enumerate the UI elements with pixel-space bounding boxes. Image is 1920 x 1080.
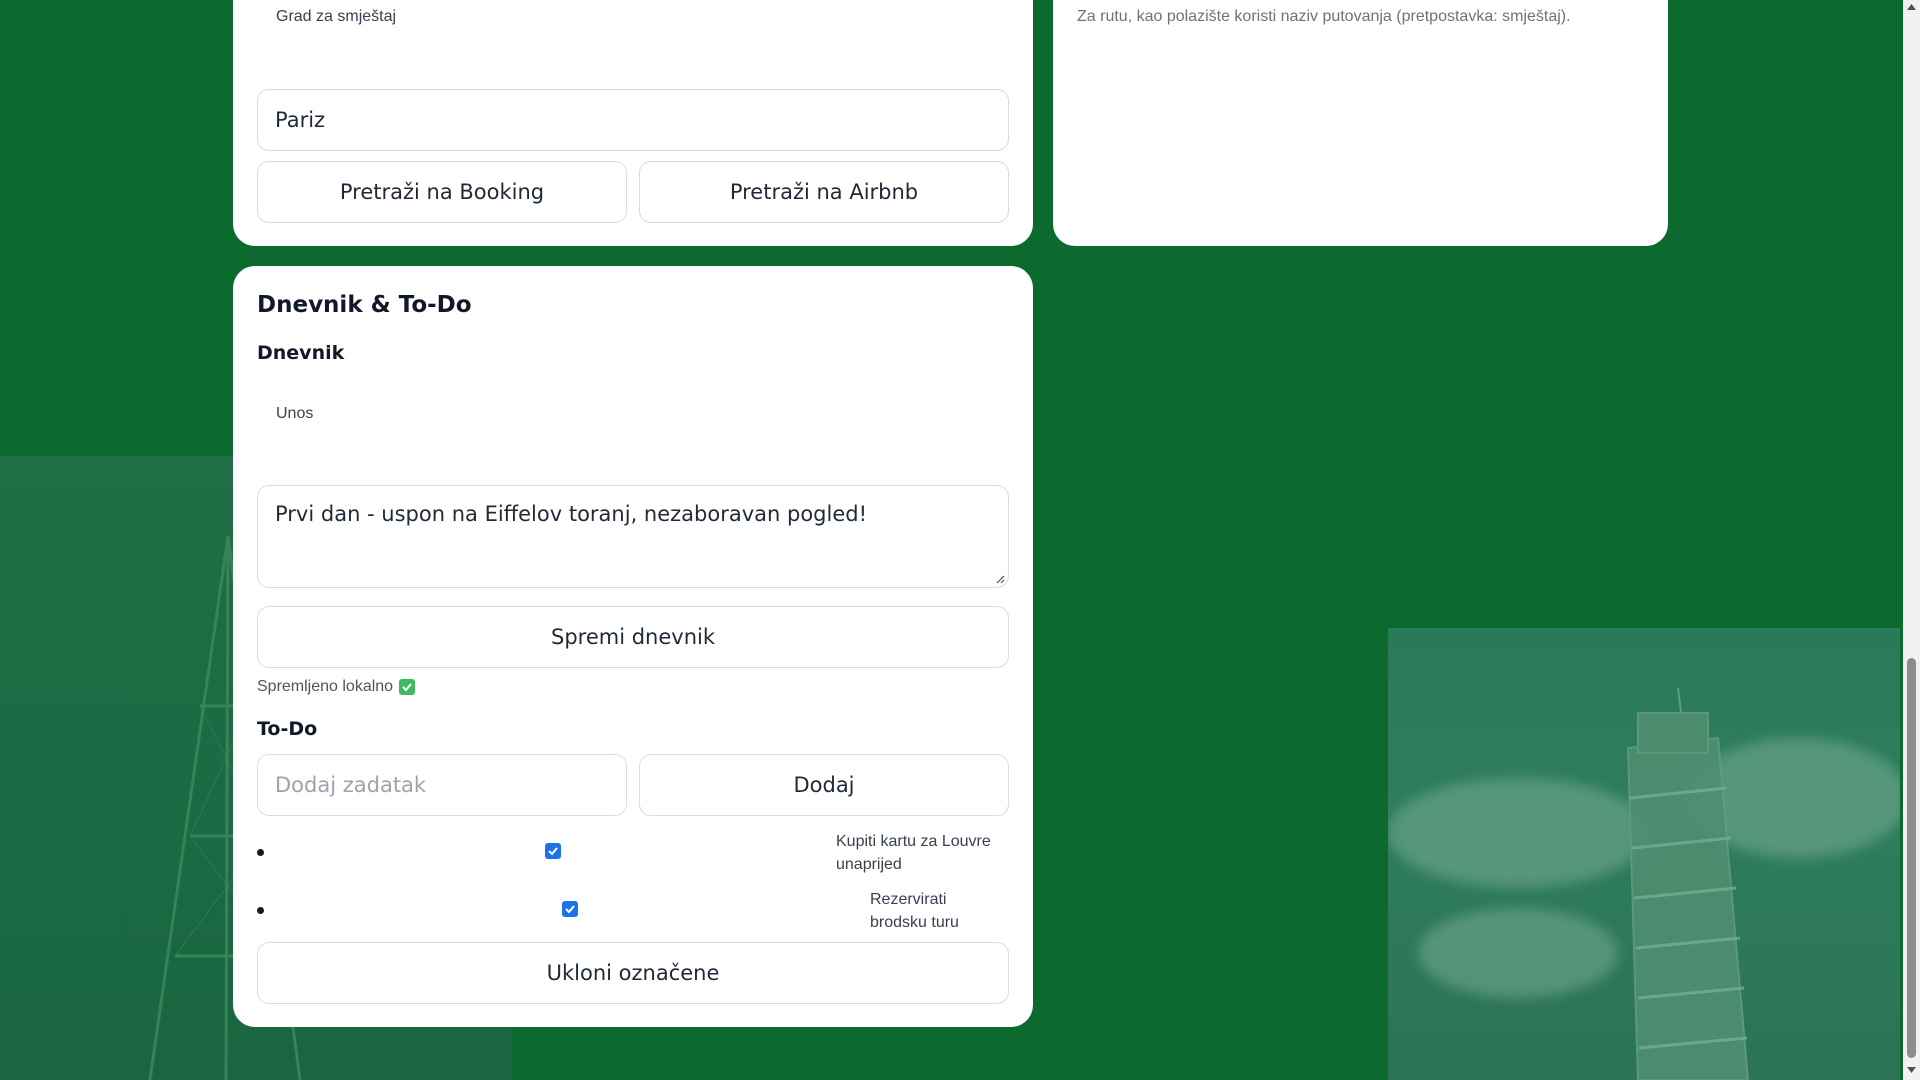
checkbox-checked-icon[interactable] (562, 901, 578, 917)
page: Grad za smještaj Pariz Pretraži na Booki… (0, 0, 1920, 1080)
vertical-scrollbar[interactable] (1903, 0, 1920, 1080)
saved-status: Spremljeno lokalno (257, 678, 416, 696)
todo-item-text-line: brodsku turu (870, 914, 959, 931)
checkbox-checked-icon[interactable] (545, 843, 561, 859)
city-label: Grad za smještaj (276, 8, 397, 25)
route-hint: Za rutu, kao polazište koristi naziv put… (1077, 8, 1571, 25)
diary-heading: Dnevnik (257, 342, 345, 364)
city-input[interactable]: Pariz (257, 89, 1009, 151)
search-booking-button[interactable]: Pretraži na Booking (257, 161, 627, 223)
todo-item-text-line: Rezervirati (870, 891, 947, 908)
diary-entry-textarea[interactable]: Prvi dan - uspon na Eiffelov toranj, nez… (257, 485, 1009, 588)
scroll-up-arrow-icon[interactable] (1906, 3, 1917, 11)
check-square-icon (399, 679, 416, 695)
todo-item-text-line: unaprijed (836, 856, 902, 873)
remove-checked-button[interactable]: Ukloni označene (257, 942, 1009, 1004)
todo-item-text: Kupiti kartu za Louvre unaprijed (836, 830, 991, 876)
todo-heading: To-Do (257, 718, 318, 740)
leaning-tower-background-image (1388, 628, 1900, 1080)
scrollbar-thumb[interactable] (1907, 658, 1916, 1058)
entry-label: Unos (276, 405, 314, 422)
saved-status-text: Spremljeno lokalno (257, 678, 394, 695)
resize-grip-icon[interactable] (995, 574, 1005, 584)
todo-input[interactable]: Dodaj zadatak (257, 754, 627, 816)
bullet-icon (257, 907, 264, 914)
add-todo-button[interactable]: Dodaj (639, 754, 1009, 816)
diary-todo-card: Dnevnik & To-Do Dnevnik Unos Prvi dan - … (233, 266, 1033, 1027)
scroll-down-arrow-icon[interactable] (1906, 1066, 1917, 1074)
todo-item-text-line: Kupiti kartu za Louvre (836, 833, 991, 850)
search-airbnb-button[interactable]: Pretraži na Airbnb (639, 161, 1009, 223)
bullet-icon (257, 849, 264, 856)
save-diary-button[interactable]: Spremi dnevnik (257, 606, 1009, 668)
lodging-card: Grad za smještaj Pariz Pretraži na Booki… (233, 0, 1033, 246)
todo-item-text: Rezervirati brodsku turu (870, 888, 959, 934)
card-title: Dnevnik & To-Do (257, 292, 472, 318)
route-card: Za rutu, kao polazište koristi naziv put… (1053, 0, 1668, 246)
diary-entry-text: Prvi dan - uspon na Eiffelov toranj, nez… (275, 502, 868, 526)
